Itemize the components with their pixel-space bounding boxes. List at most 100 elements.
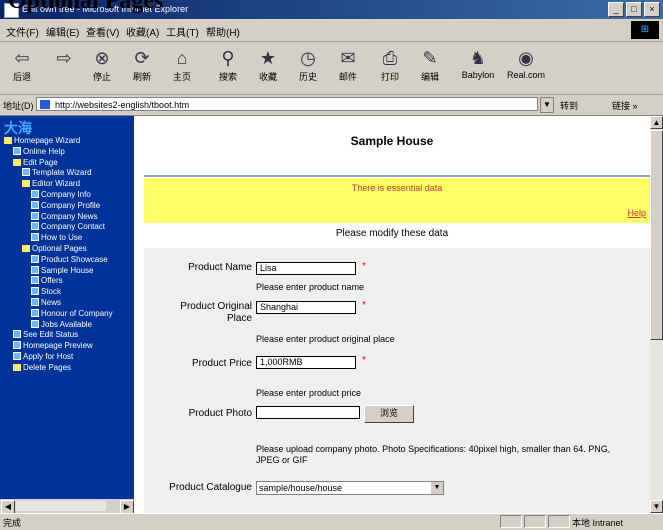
toolbar-button-1[interactable]: ⇨: [46, 46, 82, 70]
menu-file[interactable]: 文件(F): [6, 24, 39, 39]
toolbar-button-5[interactable]: ⚲ 搜索: [210, 46, 246, 83]
catalog-select[interactable]: sample/house/house ▼: [256, 481, 444, 495]
toolbar-button-11[interactable]: ♞ Babylon: [452, 46, 504, 80]
product-photo-label: Product Photo: [188, 408, 252, 419]
sidebar-item[interactable]: Honour of Company: [31, 308, 113, 319]
slide-title: Optional Pages: [8, 0, 164, 14]
menu-view[interactable]: 查看(V): [86, 24, 119, 39]
toolbar-button-6[interactable]: ★ 收藏: [250, 46, 286, 83]
scroll-thumb[interactable]: [16, 501, 106, 511]
sidebar-item[interactable]: Offers: [31, 276, 63, 286]
windows-logo-icon: ⊞: [631, 21, 659, 39]
sidebar-item-label: Stock: [41, 287, 62, 297]
vertical-scrollbar[interactable]: ▲ ▼: [650, 116, 663, 513]
page-icon: [31, 200, 39, 209]
sidebar-item[interactable]: Company News: [31, 211, 97, 222]
toolbar-button-label: 停止: [92, 72, 111, 82]
sidebar-item-label: How to Use: [41, 233, 83, 243]
sidebar-item-label: Homepage Wizard: [14, 136, 81, 145]
menu-help[interactable]: 帮助(H): [206, 24, 240, 39]
menu-favorites[interactable]: 收藏(A): [126, 24, 159, 39]
home-icon: ⌂: [176, 48, 188, 68]
toolbar: ⇦ 后退 ⇨ ⊗ 停止 ⟳ 刷新 ⌂ 主页 ⚲ 搜索 ★ 收藏 ◷ 历史 ✉ 邮件 ⎙ 打印 ✎ 编辑 ♞ Babylon ◉…: [0, 42, 663, 95]
page-icon: [31, 308, 39, 317]
original-place-input[interactable]: Shanghai: [256, 301, 356, 314]
chevron-down-icon[interactable]: ▼: [431, 482, 443, 494]
address-bar: 地址(D) http://websites2-english/tboot.htm…: [0, 95, 663, 116]
catalog-selected-value: sample/house/house: [259, 483, 343, 493]
scroll-left-icon[interactable]: ◀: [1, 500, 15, 514]
sidebar-item[interactable]: See Edit Status: [13, 330, 78, 340]
toolbar-button-8[interactable]: ✉ 邮件: [330, 46, 366, 83]
page-icon: [31, 211, 39, 220]
sidebar-item[interactable]: Company Info: [31, 190, 91, 200]
sidebar-item[interactable]: Stock: [31, 287, 61, 297]
toolbar-button-4[interactable]: ⌂ 主页: [164, 46, 200, 83]
sidebar-item[interactable]: Jobs Available: [31, 319, 92, 330]
toolbar-button-2[interactable]: ⊗ 停止: [84, 46, 120, 83]
status-pane: [500, 515, 522, 528]
page-icon: [22, 168, 30, 177]
page-icon: [31, 298, 39, 306]
product-photo-input[interactable]: [256, 406, 360, 419]
sidebar-item[interactable]: Apply for Host: [13, 352, 73, 362]
close-button[interactable]: ×: [644, 2, 660, 17]
sidebar-horizontal-scrollbar[interactable]: ◀ ▶: [0, 499, 134, 514]
sidebar-item[interactable]: Delete Pages: [13, 363, 71, 373]
modify-instruction: Please modify these data: [335, 228, 449, 239]
page-icon: [31, 222, 39, 231]
back-arrow-icon: ⇦: [14, 48, 30, 68]
babylon-icon: ♞: [469, 48, 487, 68]
menu-edit[interactable]: 编辑(E): [46, 24, 79, 39]
folder-icon: [22, 245, 30, 252]
page-icon: [31, 190, 39, 198]
sidebar-item[interactable]: Product Showcase: [31, 254, 108, 265]
scroll-thumb[interactable]: [650, 130, 663, 340]
sidebar-item[interactable]: Company Profile: [31, 200, 101, 211]
minimize-button[interactable]: _: [608, 2, 624, 17]
sidebar-header: 大海: [4, 120, 32, 136]
menu-tools[interactable]: 工具(T): [166, 24, 199, 39]
scroll-right-icon[interactable]: ▶: [120, 500, 134, 514]
sidebar-item[interactable]: Template Wizard: [22, 168, 92, 178]
help-link[interactable]: Help: [627, 208, 646, 218]
folder-icon: [13, 363, 21, 371]
sidebar-item-label: Edit Page: [23, 157, 58, 167]
address-input[interactable]: http://websites2-english/tboot.htm: [36, 97, 538, 111]
sidebar-item-label: Editor Wizard: [32, 179, 81, 189]
sidebar-item[interactable]: Homepage Wizard: [4, 136, 80, 146]
browse-button[interactable]: 浏览: [364, 405, 414, 423]
toolbar-button-12[interactable]: ◉ Real.com: [500, 46, 552, 80]
scroll-down-icon[interactable]: ▼: [650, 500, 663, 513]
toolbar-button-0[interactable]: ⇦ 后退: [4, 46, 40, 83]
sidebar-item-label: Online Help: [23, 146, 65, 156]
sidebar-item[interactable]: How to Use: [31, 233, 82, 243]
address-dropdown-icon[interactable]: ▼: [540, 97, 554, 113]
go-button[interactable]: 转到: [560, 99, 578, 112]
toolbar-button-7[interactable]: ◷ 历史: [290, 46, 326, 83]
sidebar-item[interactable]: News: [31, 298, 61, 308]
toolbar-button-10[interactable]: ✎ 编辑: [412, 46, 448, 83]
refresh-icon: ⟳: [134, 48, 150, 68]
product-price-input[interactable]: 1,000RMB: [256, 356, 356, 369]
stop-icon: ⊗: [94, 48, 110, 68]
sidebar-item-label: News: [41, 298, 62, 307]
sidebar-item-label: Company Profile: [41, 200, 101, 210]
sidebar-item[interactable]: Company Contact: [31, 222, 105, 232]
sidebar-item[interactable]: Online Help: [13, 146, 65, 157]
links-button[interactable]: 链接 »: [612, 99, 638, 112]
sidebar-item[interactable]: Sample House: [31, 265, 93, 276]
original-place-hint: Please enter product original place: [256, 334, 395, 344]
product-name-input[interactable]: Lisa: [256, 262, 356, 275]
sidebar-item[interactable]: Optional Pages: [22, 244, 87, 254]
scroll-up-icon[interactable]: ▲: [650, 116, 663, 129]
toolbar-button-3[interactable]: ⟳ 刷新: [124, 46, 160, 83]
sidebar-item[interactable]: Homepage Preview: [13, 341, 93, 351]
menu-bar: 文件(F) 编辑(E) 查看(V) 收藏(A) 工具(T) 帮助(H) ⊞: [0, 19, 663, 42]
status-pane: [524, 515, 546, 528]
maximize-button[interactable]: □: [626, 2, 642, 17]
sidebar-item-label: Company Info: [41, 190, 91, 199]
sidebar-item[interactable]: Editor Wizard: [22, 179, 80, 189]
toolbar-button-9[interactable]: ⎙ 打印: [372, 46, 408, 83]
sidebar-item[interactable]: Edit Page: [13, 158, 58, 168]
